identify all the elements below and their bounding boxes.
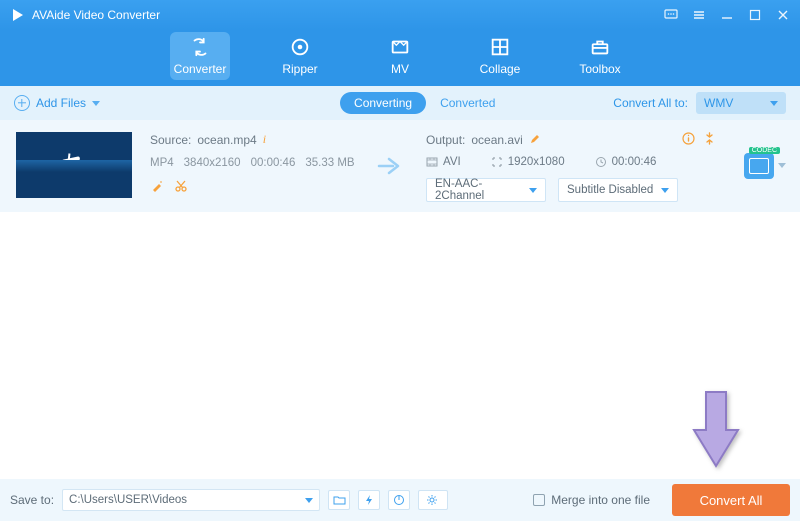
open-folder-button[interactable]: [328, 490, 350, 510]
output-resolution: 1920x1080: [508, 156, 565, 168]
convert-all-label: Convert All: [700, 493, 763, 508]
output-column: Output: ocean.avi AVI 1920x1080: [426, 132, 716, 200]
rename-icon[interactable]: [529, 133, 541, 148]
output-label: Output:: [426, 133, 465, 147]
hint-arrow-icon: [690, 388, 742, 473]
chevron-down-icon: [529, 188, 537, 193]
source-label: Source:: [150, 133, 191, 147]
tab-mv[interactable]: MV: [370, 32, 430, 80]
video-icon: [426, 156, 438, 168]
tab-collage-label: Collage: [480, 62, 521, 76]
status-converting[interactable]: Converting: [340, 92, 426, 114]
codec-badge-label: CODEC: [749, 147, 780, 154]
audio-track-select[interactable]: EN-AAC-2Channel: [426, 178, 546, 202]
bottom-bar: Save to: C:\Users\USER\Videos Merge into…: [0, 479, 800, 521]
power-icon: [393, 494, 405, 506]
chevron-down-icon: [661, 188, 669, 193]
source-column: Source: ocean.mp4 i MP4 3840x2160 00:00:…: [150, 132, 356, 200]
toolbox-icon: [589, 36, 611, 58]
source-filename: ocean.mp4: [197, 133, 256, 147]
source-format: MP4: [150, 157, 174, 169]
maximize-icon[interactable]: [748, 8, 762, 22]
chevron-down-icon: [770, 101, 778, 106]
minimize-icon[interactable]: [720, 8, 734, 22]
checkbox-icon: [533, 494, 545, 506]
video-thumbnail[interactable]: [16, 132, 132, 198]
file-item: Source: ocean.mp4 i MP4 3840x2160 00:00:…: [0, 120, 800, 212]
enhance-icon[interactable]: [150, 179, 164, 193]
task-schedule-button[interactable]: [388, 490, 410, 510]
sub-bar: Add Files Converting Converted Convert A…: [0, 86, 800, 120]
tab-ripper-label: Ripper: [282, 62, 317, 76]
close-icon[interactable]: [776, 8, 790, 22]
main-nav: Converter Ripper MV Collage Toolbox: [0, 30, 800, 86]
feedback-icon[interactable]: [664, 8, 678, 22]
add-files-button[interactable]: Add Files: [14, 95, 100, 111]
output-filename: ocean.avi: [471, 133, 522, 147]
settings-button[interactable]: [418, 490, 448, 510]
subtitle-value: Subtitle Disabled: [567, 184, 653, 196]
tab-converter[interactable]: Converter: [170, 32, 230, 80]
trim-icon[interactable]: [174, 179, 188, 193]
tab-mv-label: MV: [391, 62, 409, 76]
save-to-label: Save to:: [10, 493, 54, 507]
collage-icon: [489, 36, 511, 58]
arrow-right-icon: [377, 156, 405, 176]
gpu-accel-button[interactable]: [358, 490, 380, 510]
plus-icon: [14, 95, 30, 111]
save-path-select[interactable]: C:\Users\USER\Videos: [62, 489, 320, 511]
source-duration: 00:00:46: [251, 157, 296, 169]
chevron-down-icon[interactable]: [778, 163, 786, 168]
convert-all-to: Convert All to: WMV: [613, 92, 786, 114]
output-duration: 00:00:46: [612, 156, 657, 168]
compress-icon[interactable]: [703, 132, 716, 148]
output-format: AVI: [443, 156, 461, 168]
tab-collage[interactable]: Collage: [470, 32, 530, 80]
status-tabs: Converting Converted: [340, 92, 509, 114]
save-path-value: C:\Users\USER\Videos: [69, 494, 187, 506]
merge-label: Merge into one file: [551, 493, 650, 507]
folder-icon: [333, 494, 346, 506]
app-title: AVAide Video Converter: [32, 8, 664, 22]
ripper-icon: [289, 36, 311, 58]
source-size: 35.33 MB: [305, 157, 354, 169]
convert-all-format-value: WMV: [704, 96, 733, 110]
title-bar: AVAide Video Converter: [0, 0, 800, 30]
add-files-label: Add Files: [36, 96, 86, 110]
tab-converter-label: Converter: [174, 62, 227, 76]
tab-toolbox-label: Toolbox: [579, 62, 620, 76]
convert-all-format-select[interactable]: WMV: [696, 92, 786, 114]
arrow-separator: [374, 132, 408, 200]
convert-all-to-label: Convert All to:: [613, 96, 688, 110]
output-profile-button[interactable]: CODEC: [744, 153, 774, 179]
resolution-icon: [491, 156, 503, 168]
convert-all-button[interactable]: Convert All: [672, 484, 790, 516]
app-logo-icon: [10, 7, 26, 23]
profile-column: CODEC: [734, 132, 784, 200]
chevron-down-icon: [305, 498, 313, 503]
gear-icon: [426, 494, 438, 506]
audio-track-value: EN-AAC-2Channel: [435, 178, 529, 202]
clock-icon: [595, 156, 607, 168]
merge-checkbox[interactable]: Merge into one file: [533, 493, 650, 507]
subtitle-select[interactable]: Subtitle Disabled: [558, 178, 678, 202]
tab-toolbox[interactable]: Toolbox: [570, 32, 630, 80]
source-info-icon[interactable]: i: [263, 132, 266, 147]
status-converted[interactable]: Converted: [426, 92, 509, 114]
menu-icon[interactable]: [692, 8, 706, 22]
info-icon[interactable]: [682, 132, 695, 148]
tab-ripper[interactable]: Ripper: [270, 32, 330, 80]
source-resolution: 3840x2160: [184, 157, 241, 169]
mv-icon: [389, 36, 411, 58]
chevron-down-icon: [92, 101, 100, 106]
converter-icon: [189, 36, 211, 58]
lightning-icon: [363, 494, 375, 506]
